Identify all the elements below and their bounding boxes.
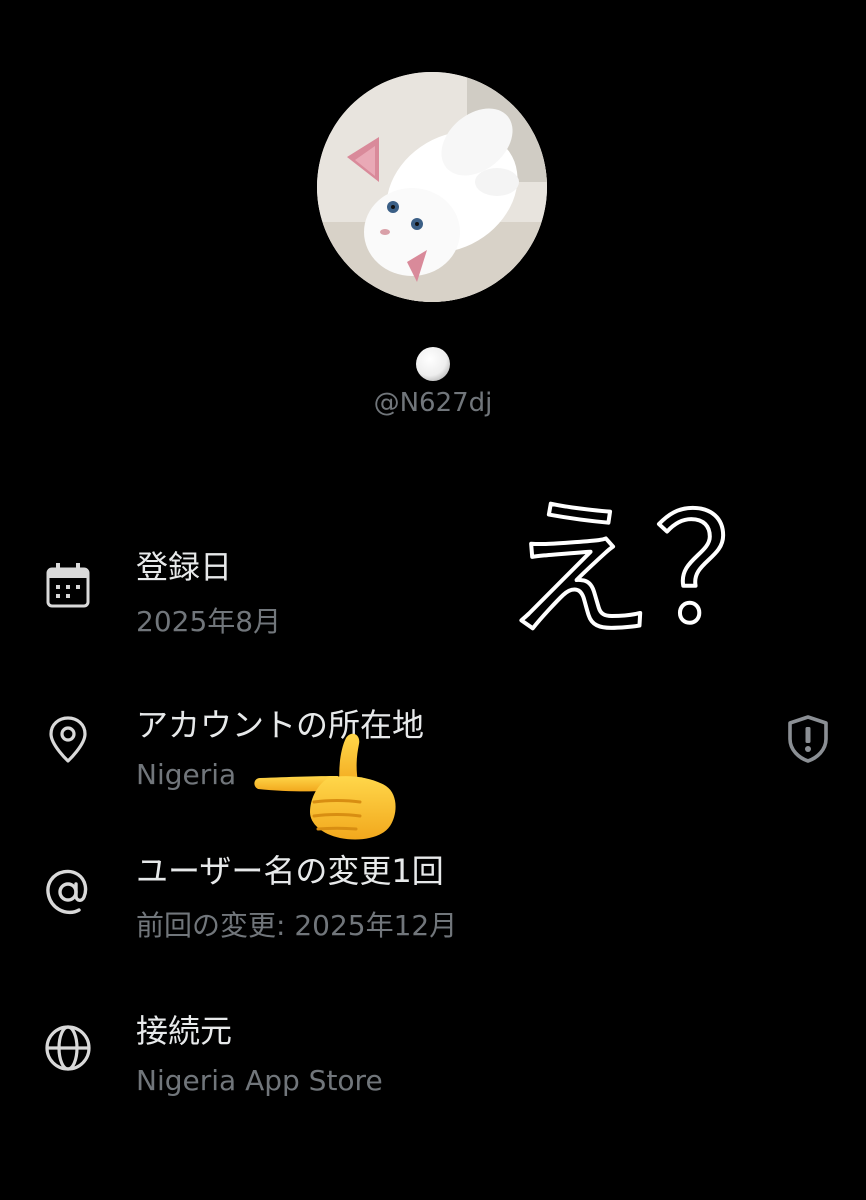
profile-handle: @N627dj bbox=[373, 388, 493, 418]
at-sign-icon bbox=[42, 866, 94, 918]
about-row-subtitle: Nigeria App Store bbox=[136, 1064, 383, 1097]
about-row-subtitle: 2025年8月 bbox=[136, 605, 282, 638]
about-row-title: ユーザー名の変更1回 bbox=[136, 852, 444, 890]
about-row-subtitle: 前回の変更: 2025年12月 bbox=[136, 909, 458, 942]
white-circle-icon bbox=[416, 347, 450, 381]
about-row-title: 登録日 bbox=[136, 548, 233, 586]
about-row-title: 接続元 bbox=[136, 1012, 233, 1050]
cat-avatar-icon bbox=[317, 72, 547, 302]
annotation-text: え？ bbox=[498, 474, 806, 660]
pointing-hand-emoji bbox=[248, 730, 408, 850]
globe-icon bbox=[42, 1022, 94, 1074]
about-row-username-changes: ユーザー名の変更1回 前回の変更: 2025年12月 bbox=[0, 846, 866, 956]
display-name-icon bbox=[415, 346, 451, 382]
calendar-icon bbox=[42, 560, 94, 612]
about-row-subtitle: Nigeria bbox=[136, 758, 237, 791]
avatar[interactable] bbox=[317, 72, 547, 302]
about-row-connected-via: 接続元 Nigeria App Store bbox=[0, 1006, 866, 1116]
annotation-glyphs: え？ bbox=[504, 484, 768, 654]
shield-alert-icon[interactable] bbox=[784, 713, 832, 765]
location-pin-icon bbox=[42, 714, 94, 766]
about-row-location: アカウントの所在地 Nigeria bbox=[0, 700, 866, 810]
